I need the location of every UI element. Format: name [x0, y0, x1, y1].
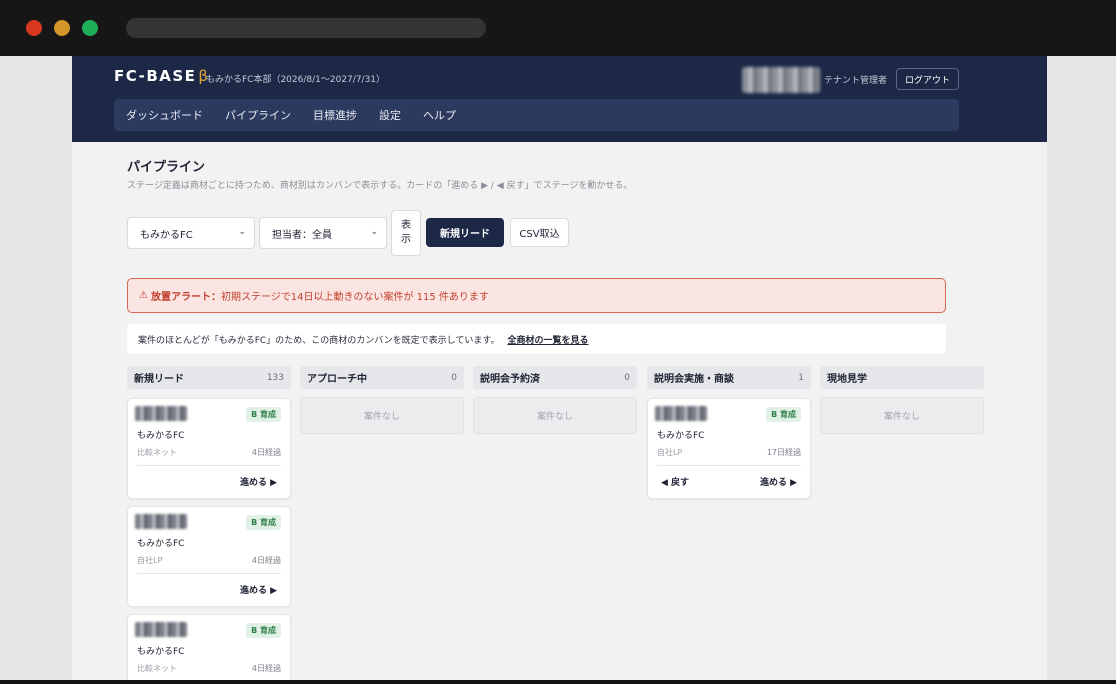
stale-alert: ⚠ 放置アラート： 初期ステージで14日以上動きのない案件が 115 件あります — [127, 278, 946, 313]
status-badge: B 育成 — [246, 515, 281, 530]
chevron-down-icon: ⌄ — [238, 227, 246, 237]
new-lead-button[interactable]: 新規リード — [426, 218, 504, 247]
browser-chrome — [0, 0, 1116, 56]
kanban-column-approaching: アプローチ中 0 案件なし — [300, 366, 464, 434]
column-header: 説明会予約済 0 — [473, 366, 637, 389]
nav-item-settings[interactable]: 設定 — [379, 107, 401, 123]
column-title: アプローチ中 — [307, 374, 367, 385]
notice-text: 案件のほとんどが「もみかるFC」のため、この商材のカンバンを既定で表示しています… — [138, 335, 500, 346]
close-window-button[interactable] — [26, 20, 42, 36]
card-elapsed: 4日経過 — [251, 556, 281, 565]
browser-viewport: FC-BASE β もみかるFC本部（2026/8/1～2027/7/31） テナ… — [0, 56, 1116, 680]
csv-import-button[interactable]: CSV取込 — [510, 218, 569, 247]
lead-name-redacted — [655, 406, 707, 421]
owner-select-value: 担当者：全員 — [272, 229, 332, 241]
user-name-redacted — [742, 67, 820, 93]
lead-name-redacted — [135, 406, 187, 421]
owner-select[interactable]: 担当者：全員 ⌄ — [259, 217, 387, 249]
alert-text: 初期ステージで14日以上動きのない案件が 115 件あります — [220, 292, 489, 303]
kanban-column-new-lead: 新規リード 133 B 育成 もみかるFC 比較ネット 4日経過 進める ▶ B… — [127, 366, 291, 680]
kanban-column-briefing-booked: 説明会予約済 0 案件なし — [473, 366, 637, 434]
column-count: 0 — [451, 372, 457, 383]
app-root: FC-BASE β もみかるFC本部（2026/8/1～2027/7/31） テナ… — [72, 56, 1047, 680]
view-button[interactable]: 表示 — [391, 210, 421, 256]
column-count: 133 — [266, 372, 284, 383]
column-header: 説明会実施・商談 1 — [647, 366, 811, 389]
column-count: 1 — [798, 372, 804, 383]
page-title: パイプライン — [127, 160, 206, 175]
column-title: 説明会実施・商談 — [654, 374, 734, 385]
lead-name-redacted — [135, 622, 187, 637]
lead-card[interactable]: B 育成 もみかるFC 自社LP 17日経過 ◀ 戻す 進める ▶ — [647, 398, 811, 499]
logo-text: FC-BASE — [114, 67, 197, 85]
column-count: 0 — [624, 372, 630, 383]
status-badge: B 育成 — [246, 623, 281, 638]
nav-item-dashboard[interactable]: ダッシュボード — [126, 107, 203, 123]
card-company: もみかるFC — [137, 431, 185, 441]
app-logo[interactable]: FC-BASE β — [114, 67, 210, 85]
empty-column-placeholder: 案件なし — [820, 397, 984, 434]
kanban-column-briefing-negotiation: 説明会実施・商談 1 B 育成 もみかるFC 自社LP 17日経過 ◀ 戻す 進… — [647, 366, 811, 499]
card-source: 比較ネット — [137, 664, 177, 673]
chevron-down-icon: ⌄ — [370, 227, 378, 237]
lead-name-redacted — [135, 514, 187, 529]
app-header: FC-BASE β もみかるFC本部（2026/8/1～2027/7/31） テナ… — [72, 56, 1047, 142]
user-role: テナント管理者 — [824, 76, 888, 86]
column-header: アプローチ中 0 — [300, 366, 464, 389]
column-header: 現地見学 — [820, 366, 984, 389]
column-title: 新規リード — [134, 374, 184, 385]
default-view-notice: 案件のほとんどが「もみかるFC」のため、この商材のカンバンを既定で表示しています… — [127, 324, 946, 354]
nav-item-goal-progress[interactable]: 目標進捗 — [313, 107, 357, 123]
card-source: 自社LP — [657, 448, 683, 457]
warning-icon: ⚠ — [139, 290, 148, 301]
advance-button[interactable]: 進める ▶ — [240, 475, 277, 488]
logout-button[interactable]: ログアウト — [896, 68, 959, 90]
empty-column-placeholder: 案件なし — [300, 397, 464, 434]
column-title: 説明会予約済 — [480, 374, 540, 385]
nav-item-pipeline[interactable]: パイプライン — [225, 107, 291, 123]
back-button[interactable]: ◀ 戻す — [661, 475, 689, 488]
card-company: もみかるFC — [137, 539, 185, 549]
card-source: 比較ネット — [137, 448, 177, 457]
status-badge: B 育成 — [766, 407, 801, 422]
card-source: 自社LP — [137, 556, 163, 565]
card-divider — [137, 573, 281, 574]
kanban-column-site-visit: 現地見学 案件なし — [820, 366, 984, 434]
card-elapsed: 4日経過 — [251, 664, 281, 673]
lead-card[interactable]: B 育成 もみかるFC 自社LP 4日経過 進める ▶ — [127, 506, 291, 607]
column-title: 現地見学 — [827, 374, 867, 385]
card-divider — [657, 465, 801, 466]
card-elapsed: 17日経過 — [766, 448, 801, 457]
card-company: もみかるFC — [657, 431, 705, 441]
main-nav: ダッシュボード パイプライン 目標進捗 設定 ヘルプ — [114, 99, 959, 131]
empty-column-placeholder: 案件なし — [473, 397, 637, 434]
maximize-window-button[interactable] — [82, 20, 98, 36]
card-elapsed: 4日経過 — [251, 448, 281, 457]
nav-item-help[interactable]: ヘルプ — [423, 107, 456, 123]
page-description: ステージ定義は商材ごとに持つため、商材別はカンバンで表示する。カードの「進める … — [127, 181, 633, 191]
alert-label: 放置アラート： — [150, 292, 221, 303]
all-products-link[interactable]: 全商材の一覧を見る — [507, 333, 588, 346]
lead-card[interactable]: B 育成 もみかるFC 比較ネット 4日経過 進める ▶ — [127, 398, 291, 499]
minimize-window-button[interactable] — [54, 20, 70, 36]
card-divider — [137, 465, 281, 466]
advance-button[interactable]: 進める ▶ — [760, 475, 797, 488]
advance-button[interactable]: 進める ▶ — [240, 583, 277, 596]
column-header: 新規リード 133 — [127, 366, 291, 389]
company-select-value: もみかるFC — [140, 229, 193, 241]
card-company: もみかるFC — [137, 647, 185, 657]
lead-card[interactable]: B 育成 もみかるFC 比較ネット 4日経過 — [127, 614, 291, 680]
company-select[interactable]: もみかるFC ⌄ — [127, 217, 255, 249]
org-period: もみかるFC本部（2026/8/1～2027/7/31） — [206, 75, 386, 85]
address-bar[interactable] — [126, 18, 486, 38]
status-badge: B 育成 — [246, 407, 281, 422]
